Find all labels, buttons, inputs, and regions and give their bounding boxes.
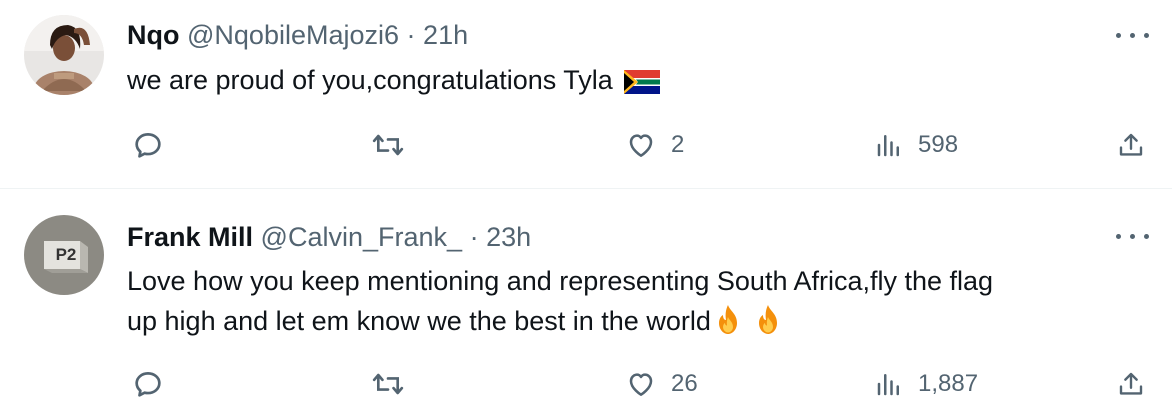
tweet-text: Love how you keep mentioning and represe…	[127, 261, 1137, 341]
handle[interactable]: @Calvin_Frank_	[261, 222, 463, 252]
display-name[interactable]: Nqo	[127, 20, 179, 50]
share-button[interactable]	[1116, 364, 1146, 404]
timestamp[interactable]: 21h	[423, 20, 468, 50]
views-button[interactable]: 1,887	[874, 364, 978, 404]
handle[interactable]: @NqobileMajozi6	[187, 20, 399, 50]
share-icon	[1119, 372, 1143, 395]
views-chart-icon	[877, 135, 899, 157]
reply-icon	[135, 372, 161, 397]
tweet-text-line: up high and let em know we the best in t…	[127, 306, 711, 336]
share-button[interactable]	[1116, 125, 1146, 165]
reply-button[interactable]	[131, 125, 165, 165]
heart-icon	[629, 373, 653, 396]
retweet-button[interactable]	[370, 125, 406, 165]
tweet-header: Nqo @NqobileMajozi6 · 21h	[127, 19, 468, 51]
like-count: 26	[671, 370, 698, 397]
tweet[interactable]: Nqo @NqobileMajozi6 · 21h we are proud o…	[0, 0, 1172, 189]
fire-icon	[718, 305, 737, 334]
share-icon	[1119, 133, 1143, 156]
tweet[interactable]: P2 Frank Mill @Calvin_Frank_ · 23h Love …	[0, 189, 1172, 418]
more-options-icon[interactable]	[1116, 30, 1150, 40]
more-options-icon[interactable]	[1116, 231, 1150, 241]
retweet-icon	[372, 134, 404, 156]
tweet-actions: 26 1,887	[0, 364, 1172, 404]
reply-icon	[135, 133, 161, 158]
south-africa-flag-icon	[624, 70, 661, 94]
timestamp[interactable]: 23h	[486, 222, 531, 252]
display-name[interactable]: Frank Mill	[127, 222, 253, 252]
reply-button[interactable]	[131, 364, 165, 404]
avatar-text: P2	[55, 245, 77, 264]
view-count: 1,887	[918, 370, 979, 397]
tweet-text: we are proud of you,congratulations Tyla	[127, 60, 1137, 100]
views-chart-icon	[877, 374, 899, 396]
like-count: 2	[671, 131, 685, 158]
like-button[interactable]: 26	[625, 364, 698, 404]
avatar[interactable]: P2	[24, 215, 104, 295]
tweet-text-line: Love how you keep mentioning and represe…	[127, 266, 994, 296]
view-count: 598	[918, 131, 959, 158]
views-button[interactable]: 598	[874, 125, 958, 165]
retweet-icon	[372, 373, 404, 395]
like-button[interactable]: 2	[625, 125, 684, 165]
retweet-button[interactable]	[370, 364, 406, 404]
separator: ·	[406, 20, 416, 50]
separator: ·	[469, 222, 479, 252]
fire-icon	[758, 305, 777, 334]
avatar[interactable]	[24, 15, 104, 95]
avatar-photo-icon	[24, 15, 104, 95]
heart-icon	[629, 134, 653, 157]
tweet-actions: 2 598	[0, 125, 1172, 165]
tweet-header: Frank Mill @Calvin_Frank_ · 23h	[127, 221, 531, 253]
tweet-text-content: we are proud of you,congratulations Tyla	[127, 65, 613, 95]
